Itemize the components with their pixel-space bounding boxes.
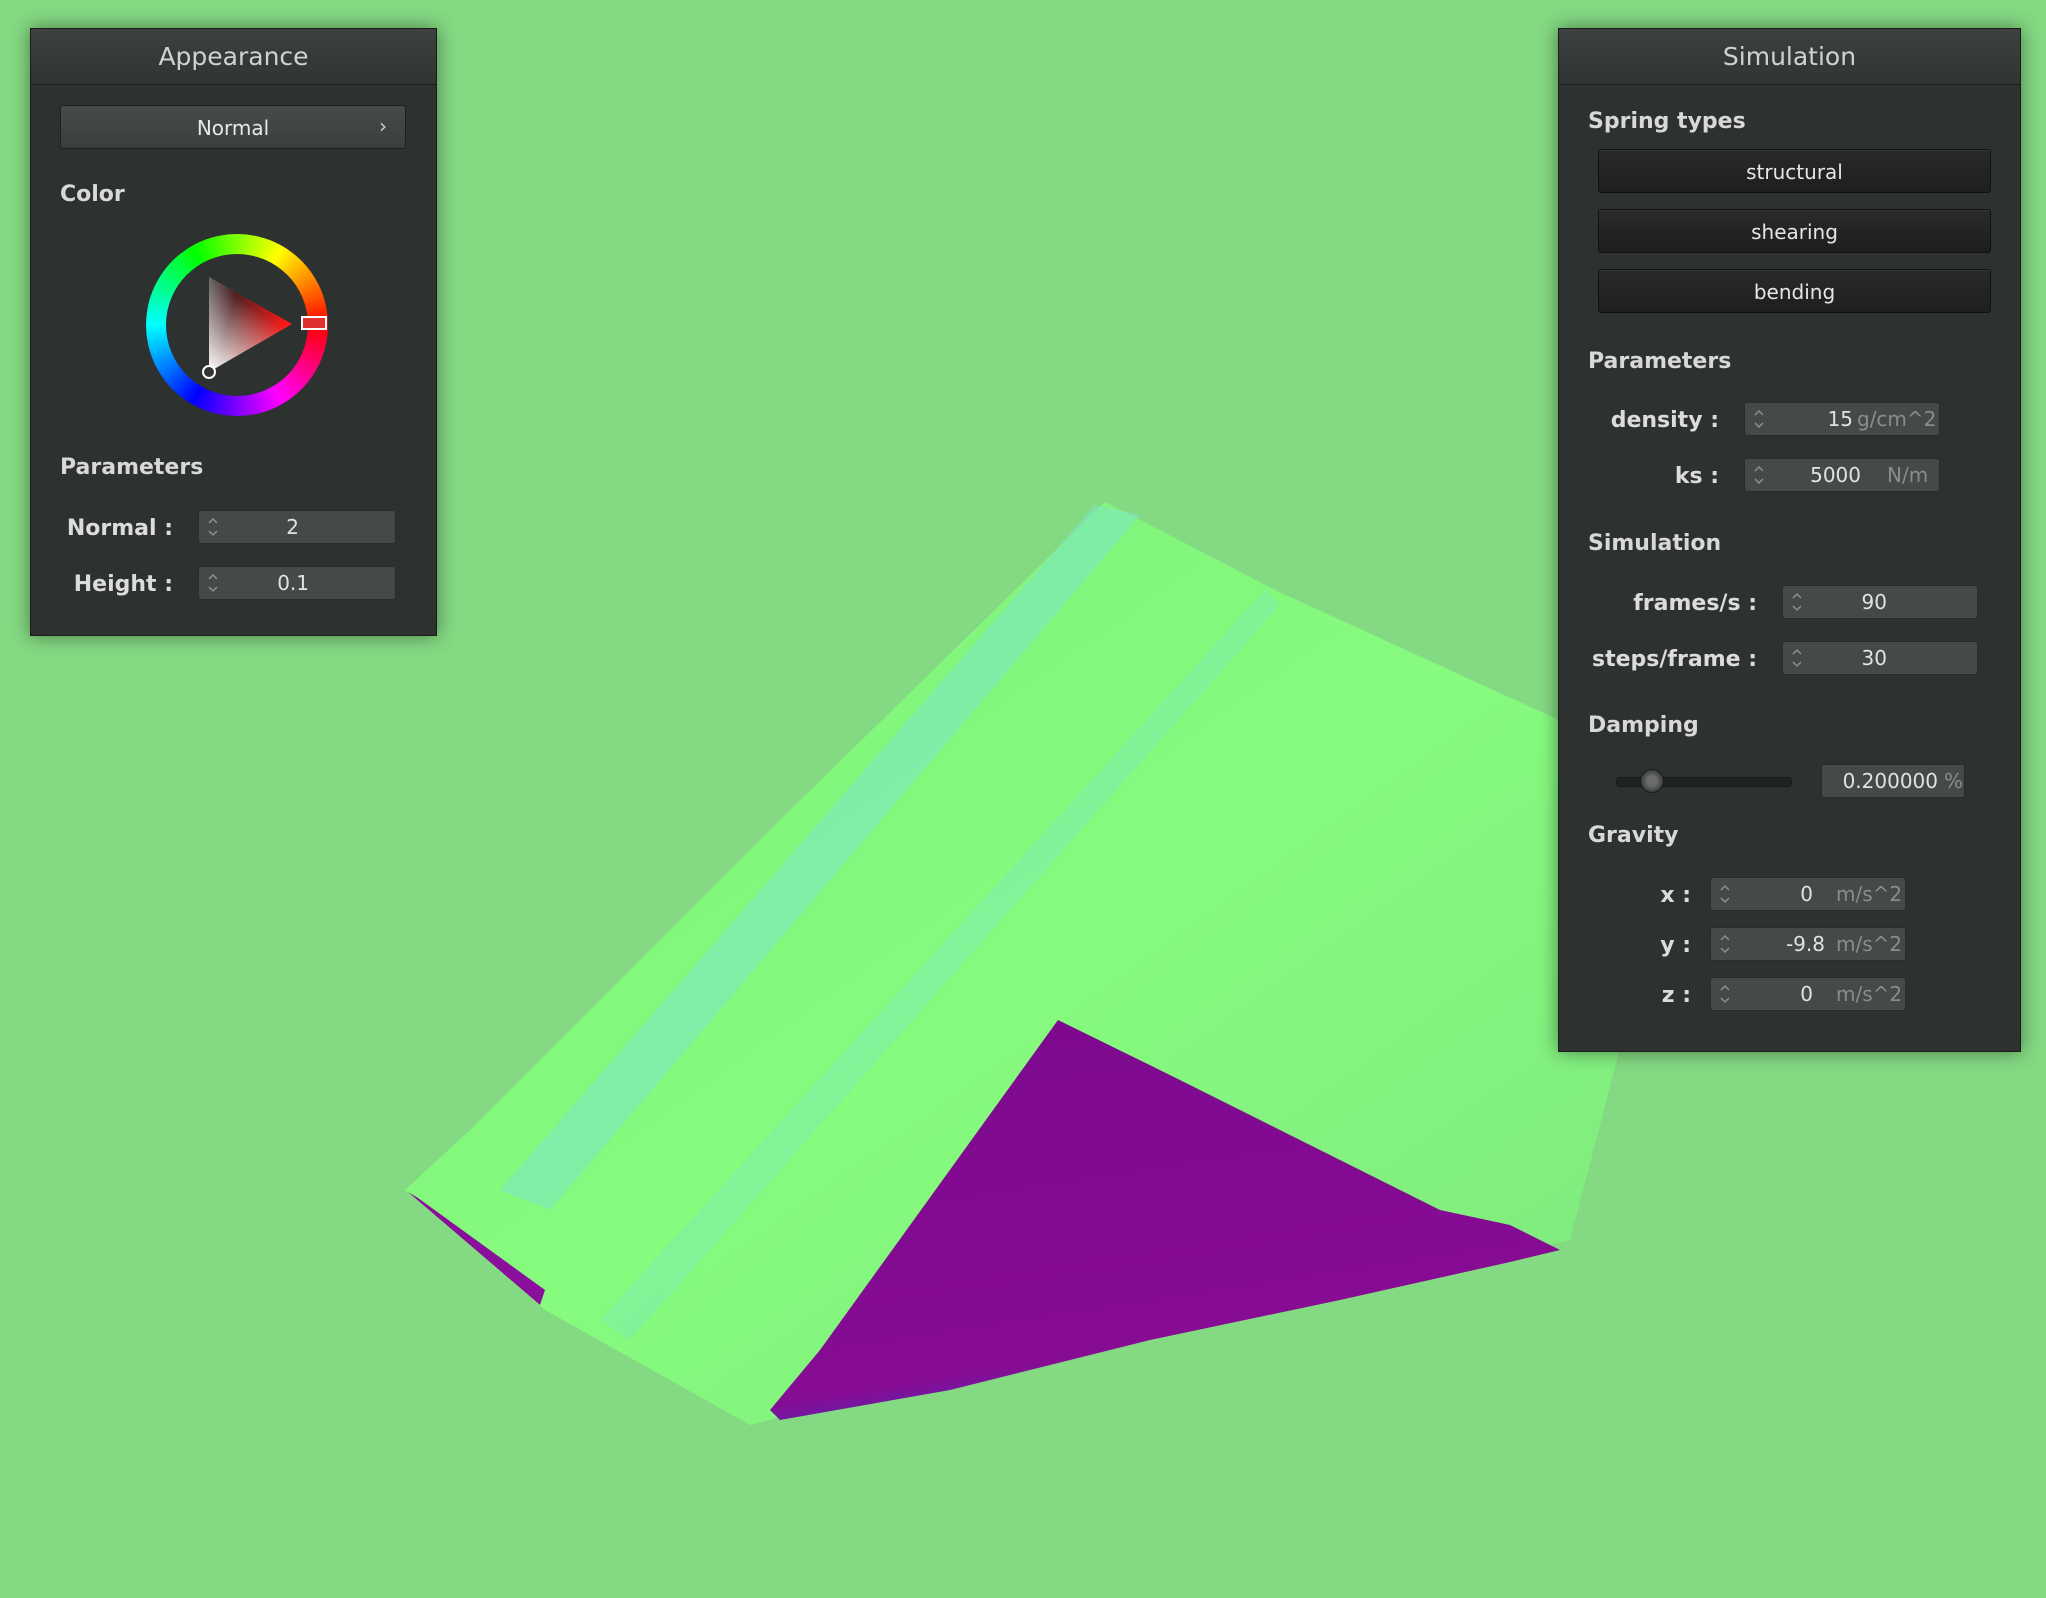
gravity-z-value: 0 bbox=[1800, 982, 1813, 1006]
density-value: 15 bbox=[1827, 407, 1853, 431]
damping-slider-handle[interactable] bbox=[1640, 769, 1664, 793]
simulation-section-label: Simulation bbox=[1588, 531, 1722, 556]
height-value: 0.1 bbox=[277, 571, 309, 595]
normal-spinbox[interactable]: 2 bbox=[198, 510, 396, 544]
spin-arrows-icon[interactable] bbox=[207, 570, 219, 596]
spin-arrows-icon[interactable] bbox=[1791, 589, 1803, 615]
appearance-parameters-label: Parameters bbox=[60, 455, 204, 480]
chevron-right-icon: › bbox=[379, 114, 387, 138]
simulation-panel-title: Simulation bbox=[1559, 29, 2020, 85]
spin-arrows-icon[interactable] bbox=[1719, 981, 1731, 1007]
bending-spring-button[interactable]: bending bbox=[1598, 269, 1991, 313]
structural-spring-button[interactable]: structural bbox=[1598, 149, 1991, 193]
frames-value: 90 bbox=[1861, 590, 1887, 614]
damping-slider[interactable] bbox=[1616, 766, 1792, 796]
hue-handle[interactable] bbox=[301, 316, 327, 330]
gravity-x-value: 0 bbox=[1800, 882, 1813, 906]
steps-spinbox[interactable]: 30 bbox=[1782, 641, 1978, 675]
density-spinbox[interactable]: 15 g/cm^2 bbox=[1744, 402, 1940, 436]
simulation-panel: Simulation Spring types structural shear… bbox=[1558, 28, 2021, 1052]
appearance-panel: Appearance Normal › Color Parameters Nor… bbox=[30, 28, 437, 636]
gravity-label: Gravity bbox=[1588, 823, 1679, 848]
height-spinbox[interactable]: 0.1 bbox=[198, 566, 396, 600]
color-section-label: Color bbox=[60, 182, 125, 207]
ks-unit: N/m bbox=[1887, 463, 1929, 487]
spring-types-label: Spring types bbox=[1588, 109, 1746, 134]
gravity-z-unit: m/s^2 bbox=[1836, 982, 1903, 1006]
ks-label: ks : bbox=[1674, 464, 1719, 489]
steps-value: 30 bbox=[1861, 646, 1887, 670]
spin-arrows-icon[interactable] bbox=[1753, 406, 1765, 432]
simulation-parameters-label: Parameters bbox=[1588, 349, 1732, 374]
frames-label: frames/s : bbox=[1633, 591, 1757, 616]
damping-value-box[interactable]: 0.200000 % bbox=[1821, 764, 1965, 798]
shearing-spring-button[interactable]: shearing bbox=[1598, 209, 1991, 253]
gravity-x-spinbox[interactable]: 0 m/s^2 bbox=[1710, 877, 1906, 911]
frames-spinbox[interactable]: 90 bbox=[1782, 585, 1978, 619]
gravity-z-spinbox[interactable]: 0 m/s^2 bbox=[1710, 977, 1906, 1011]
spin-arrows-icon[interactable] bbox=[1719, 881, 1731, 907]
damping-value: 0.200000 bbox=[1842, 769, 1938, 793]
gravity-z-label: z : bbox=[1661, 983, 1691, 1008]
spin-arrows-icon[interactable] bbox=[1753, 462, 1765, 488]
ks-value: 5000 bbox=[1810, 463, 1861, 487]
shader-mode-dropdown[interactable]: Normal › bbox=[60, 105, 406, 149]
normal-label: Normal : bbox=[66, 516, 173, 541]
color-wheel[interactable] bbox=[146, 234, 328, 416]
appearance-panel-title: Appearance bbox=[31, 29, 436, 85]
steps-label: steps/frame : bbox=[1592, 647, 1757, 672]
damping-unit: % bbox=[1944, 769, 1964, 793]
spin-arrows-icon[interactable] bbox=[1791, 645, 1803, 671]
saturation-handle[interactable] bbox=[202, 365, 216, 379]
gravity-y-label: y : bbox=[1660, 933, 1691, 958]
gravity-y-unit: m/s^2 bbox=[1836, 932, 1903, 956]
shader-mode-value: Normal bbox=[196, 116, 270, 140]
gravity-y-spinbox[interactable]: -9.8 m/s^2 bbox=[1710, 927, 1906, 961]
gravity-x-unit: m/s^2 bbox=[1836, 882, 1903, 906]
density-unit: g/cm^2 bbox=[1857, 407, 1937, 431]
spin-arrows-icon[interactable] bbox=[207, 514, 219, 540]
damping-label: Damping bbox=[1588, 713, 1699, 738]
ks-spinbox[interactable]: 5000 N/m bbox=[1744, 458, 1940, 492]
normal-value: 2 bbox=[286, 515, 299, 539]
gravity-x-label: x : bbox=[1660, 883, 1691, 908]
spin-arrows-icon[interactable] bbox=[1719, 931, 1731, 957]
gravity-y-value: -9.8 bbox=[1785, 932, 1825, 956]
density-label: density : bbox=[1610, 408, 1719, 433]
height-label: Height : bbox=[73, 572, 173, 597]
